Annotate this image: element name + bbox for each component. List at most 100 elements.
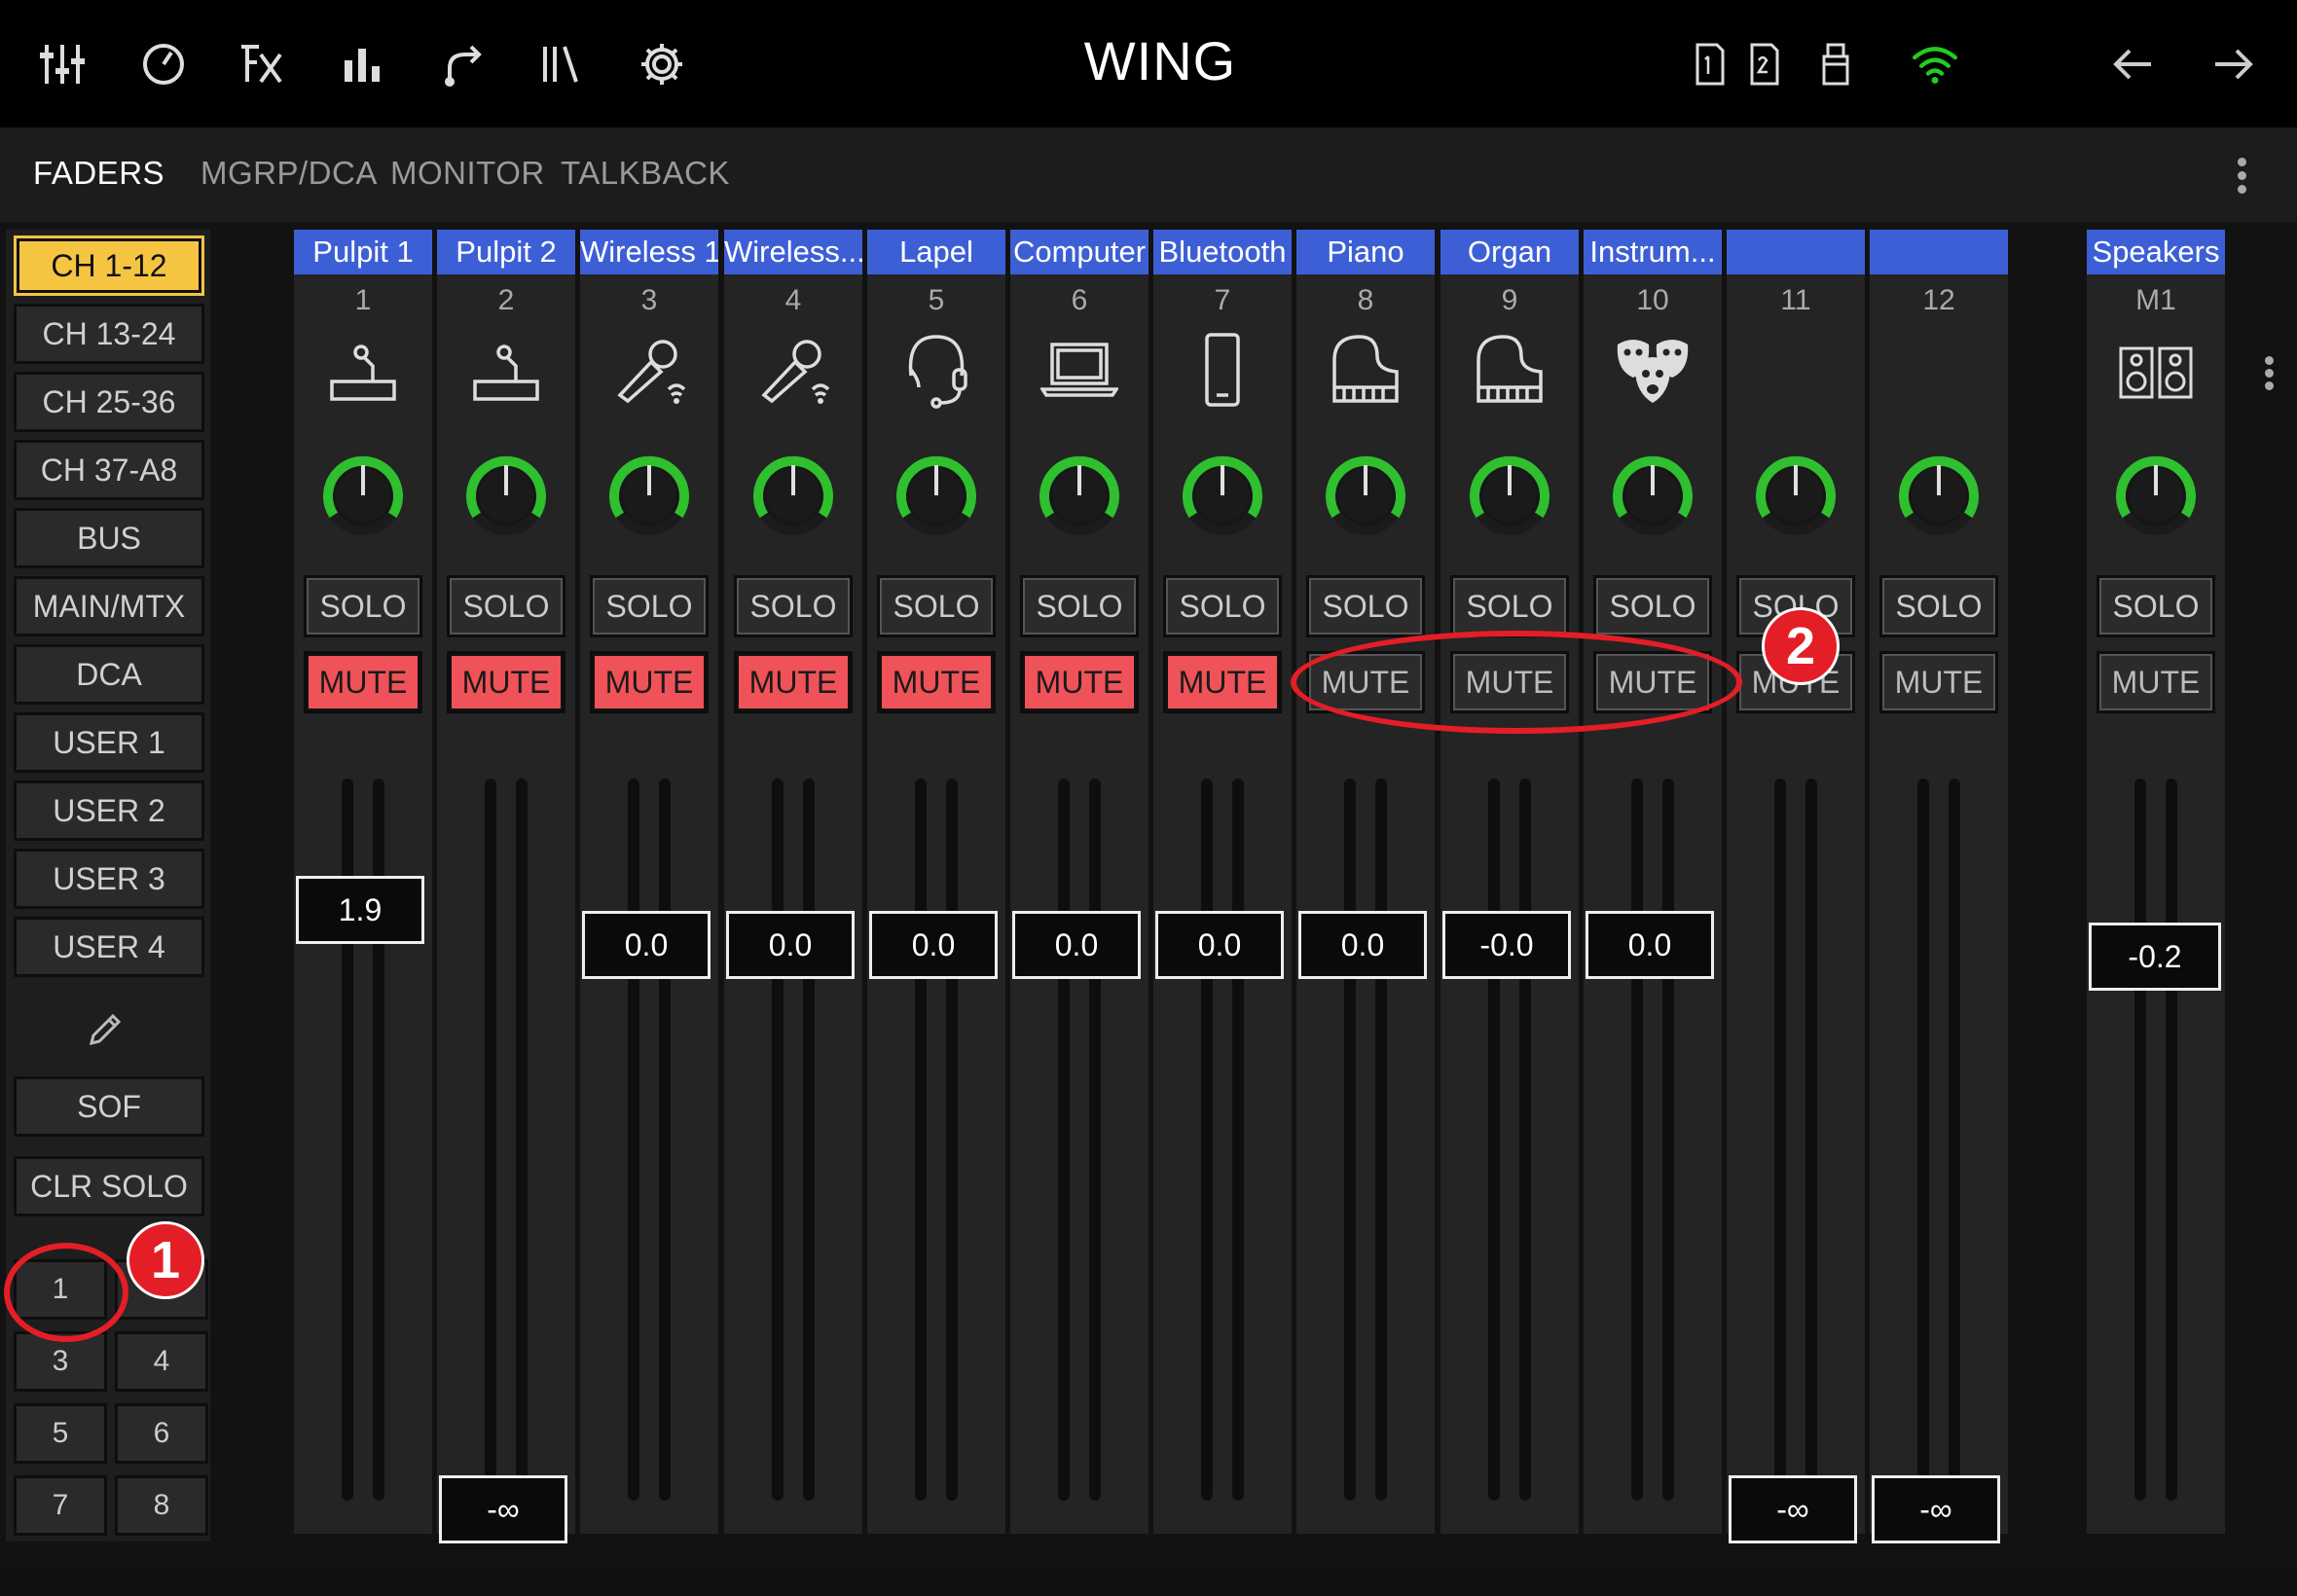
headset-mic-icon[interactable] bbox=[897, 331, 975, 409]
number-button-7[interactable]: 7 bbox=[14, 1475, 107, 1536]
sidebar-item-dca[interactable]: DCA bbox=[14, 644, 204, 705]
solo-button[interactable]: SOLO bbox=[304, 575, 422, 637]
sidebar-item-ch-37-a8[interactable]: CH 37-A8 bbox=[14, 440, 204, 500]
tab-faders[interactable]: FADERS bbox=[33, 155, 164, 192]
number-button-5[interactable]: 5 bbox=[14, 1403, 107, 1464]
fader-value[interactable]: -0.2 bbox=[2089, 923, 2221, 991]
mute-button[interactable]: MUTE bbox=[1593, 651, 1712, 713]
phone-icon[interactable] bbox=[1184, 331, 1261, 409]
fader-track[interactable] bbox=[659, 779, 671, 1501]
pencil-icon[interactable] bbox=[84, 1008, 127, 1051]
number-button-1[interactable]: 1 bbox=[14, 1259, 107, 1320]
sd-card-2-icon[interactable] bbox=[1738, 39, 1779, 90]
fader-track[interactable] bbox=[2134, 779, 2146, 1501]
gain-knob[interactable] bbox=[1609, 452, 1696, 539]
fader-value[interactable]: 0.0 bbox=[869, 911, 998, 979]
solo-button[interactable]: SOLO bbox=[1020, 575, 1139, 637]
podium-mic-icon[interactable] bbox=[324, 331, 402, 409]
solo-button[interactable]: SOLO bbox=[2096, 575, 2215, 637]
piano-icon[interactable] bbox=[1471, 331, 1549, 409]
mute-button[interactable]: MUTE bbox=[1306, 651, 1425, 713]
solo-button[interactable]: SOLO bbox=[877, 575, 996, 637]
sidebar-item-user-3[interactable]: USER 3 bbox=[14, 849, 204, 909]
channel-name[interactable]: Speakers bbox=[2087, 230, 2225, 274]
wireless-mic-icon[interactable] bbox=[610, 331, 688, 409]
sidebar-item-main-mtx[interactable]: MAIN/MTX bbox=[14, 576, 204, 636]
usb-drive-icon[interactable] bbox=[1810, 39, 1853, 90]
fader-track[interactable] bbox=[1949, 779, 1960, 1501]
number-button-8[interactable]: 8 bbox=[115, 1475, 208, 1536]
bar-chart-icon[interactable] bbox=[337, 39, 387, 90]
channel-name[interactable]: Wireless... bbox=[724, 230, 862, 274]
fader-value[interactable]: -∞ bbox=[1872, 1475, 2000, 1543]
number-button-3[interactable]: 3 bbox=[14, 1331, 107, 1392]
fader-value[interactable]: -∞ bbox=[1729, 1475, 1857, 1543]
sidebar-item-ch-25-36[interactable]: CH 25-36 bbox=[14, 372, 204, 432]
fader-value[interactable]: 0.0 bbox=[726, 911, 855, 979]
sof-button[interactable]: SOF bbox=[14, 1076, 204, 1137]
number-button-6[interactable]: 6 bbox=[115, 1403, 208, 1464]
gain-knob[interactable] bbox=[1895, 452, 1983, 539]
fader-track[interactable] bbox=[1805, 779, 1817, 1501]
mute-button[interactable]: MUTE bbox=[590, 651, 709, 713]
solo-button[interactable]: SOLO bbox=[447, 575, 565, 637]
mute-button[interactable]: MUTE bbox=[304, 651, 422, 713]
fader-track[interactable] bbox=[1488, 779, 1500, 1501]
channel-name[interactable] bbox=[1870, 230, 2008, 274]
speakers-icon[interactable] bbox=[2117, 331, 2195, 409]
fader-track[interactable] bbox=[2166, 779, 2177, 1501]
wireless-mic-icon[interactable] bbox=[754, 331, 832, 409]
gain-knob[interactable] bbox=[2112, 452, 2200, 539]
channel-name[interactable]: Instrum... bbox=[1584, 230, 1722, 274]
channel-name[interactable]: Lapel bbox=[867, 230, 1005, 274]
channel-name[interactable]: Piano bbox=[1296, 230, 1435, 274]
fader-track[interactable] bbox=[1232, 779, 1244, 1501]
channel-name[interactable]: Wireless 1 bbox=[580, 230, 718, 274]
fader-track[interactable] bbox=[1631, 779, 1643, 1501]
sd-card-1-icon[interactable] bbox=[1684, 39, 1725, 90]
solo-button[interactable]: SOLO bbox=[734, 575, 853, 637]
channel-name[interactable]: Organ bbox=[1440, 230, 1579, 274]
gain-knob[interactable] bbox=[1466, 452, 1553, 539]
laptop-icon[interactable] bbox=[1040, 331, 1118, 409]
sidebar-item-user-4[interactable]: USER 4 bbox=[14, 917, 204, 977]
fader-value[interactable]: 0.0 bbox=[1155, 911, 1284, 979]
solo-button[interactable]: SOLO bbox=[590, 575, 709, 637]
back-arrow-icon[interactable] bbox=[2108, 39, 2159, 90]
solo-button[interactable]: SOLO bbox=[1593, 575, 1712, 637]
fader-track[interactable] bbox=[1375, 779, 1387, 1501]
fader-value[interactable]: -0.0 bbox=[1442, 911, 1571, 979]
mute-button[interactable]: MUTE bbox=[1020, 651, 1139, 713]
fx-icon[interactable] bbox=[236, 39, 286, 90]
fader-track[interactable] bbox=[772, 779, 784, 1501]
clr-solo-button[interactable]: CLR SOLO bbox=[14, 1156, 204, 1216]
drama-masks-icon[interactable] bbox=[1614, 331, 1692, 409]
mute-button[interactable]: MUTE bbox=[1163, 651, 1282, 713]
fader-track[interactable] bbox=[1774, 779, 1786, 1501]
mute-button[interactable]: MUTE bbox=[447, 651, 565, 713]
gain-knob[interactable] bbox=[1179, 452, 1266, 539]
tab-mgrp-dca[interactable]: MGRP/DCA bbox=[201, 155, 378, 192]
gain-knob[interactable] bbox=[319, 452, 407, 539]
tab-monitor[interactable]: MONITOR bbox=[390, 155, 545, 192]
more-options-icon[interactable] bbox=[2227, 153, 2256, 200]
sidebar-item-ch-13-24[interactable]: CH 13-24 bbox=[14, 304, 204, 364]
gear-icon[interactable] bbox=[637, 39, 687, 90]
solo-button[interactable]: SOLO bbox=[1306, 575, 1425, 637]
channel-name[interactable]: Bluetooth bbox=[1153, 230, 1292, 274]
fader-track[interactable] bbox=[1201, 779, 1213, 1501]
channel-name[interactable]: Pulpit 1 bbox=[294, 230, 432, 274]
fader-value[interactable]: -∞ bbox=[439, 1475, 567, 1543]
gain-knob[interactable] bbox=[462, 452, 550, 539]
fader-track[interactable] bbox=[516, 779, 528, 1501]
fader-track[interactable] bbox=[1917, 779, 1929, 1501]
fader-track[interactable] bbox=[1058, 779, 1070, 1501]
mute-button[interactable]: MUTE bbox=[1879, 651, 1998, 713]
gain-knob[interactable] bbox=[605, 452, 693, 539]
sidebar-item-bus[interactable]: BUS bbox=[14, 508, 204, 568]
fader-value[interactable]: 0.0 bbox=[1298, 911, 1427, 979]
strip-options-icon[interactable] bbox=[2262, 352, 2276, 401]
fader-track[interactable] bbox=[1662, 779, 1674, 1501]
fader-value[interactable]: 0.0 bbox=[1012, 911, 1141, 979]
fader-track[interactable] bbox=[485, 779, 496, 1501]
